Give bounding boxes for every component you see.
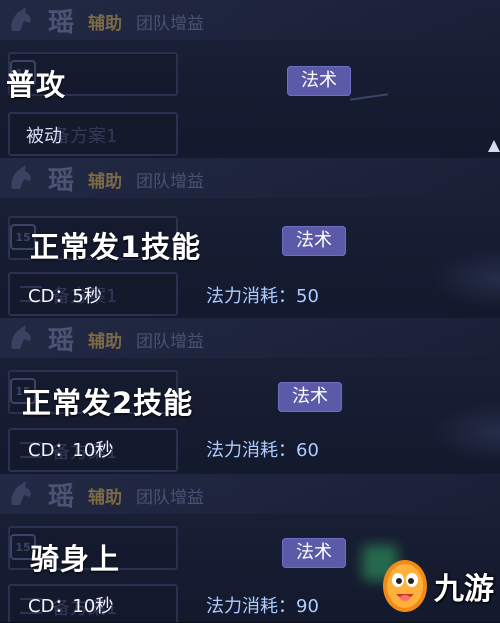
- skill-name: 普攻: [6, 68, 67, 102]
- horse-head-icon: [4, 162, 38, 194]
- skill-name: 正常发2技能: [22, 386, 194, 420]
- mana-cost-label: 法力消耗：90: [206, 596, 319, 617]
- decorative-stroke: [350, 93, 388, 101]
- skill-type-badge: 法术: [282, 226, 346, 256]
- skill-type-badge: 法术: [282, 538, 346, 568]
- hero-role: 辅助: [88, 14, 122, 34]
- skill-type-badge: 法术: [278, 382, 342, 412]
- hero-header: 瑶 辅助 团队增益: [0, 318, 500, 358]
- watermark-text: 九游: [434, 572, 494, 607]
- hero-role: 辅助: [88, 488, 122, 508]
- horse-head-icon: [4, 322, 38, 354]
- hero-tag: 团队增益: [136, 332, 204, 352]
- cooldown-label: CD：5秒: [28, 286, 102, 307]
- horse-head-icon: [4, 4, 38, 36]
- hero-name: 瑶: [48, 482, 75, 512]
- corner-arrow-icon: [488, 140, 500, 152]
- passive-label: 被动: [26, 126, 62, 147]
- hero-header: 瑶 辅助 团队增益: [0, 0, 500, 40]
- nine-game-logo: 九游: [376, 554, 496, 618]
- hero-role: 辅助: [88, 172, 122, 192]
- skill-type-badge: 法术: [287, 66, 351, 96]
- skill-panel-2: 瑶 辅助 团队增益 15 备方案1 正常发2技能 法术 CD：10秒 法力消耗：…: [0, 318, 500, 475]
- hero-tag: 团队增益: [136, 14, 204, 34]
- hero-name: 瑶: [48, 166, 75, 196]
- hero-role: 辅助: [88, 332, 122, 352]
- skill-panel-basic-attack: 瑶 辅助 团队增益 15 备方案1 普攻 法术 被动: [0, 0, 500, 159]
- background-art: [430, 402, 500, 462]
- nine-game-mascot-icon: [380, 556, 430, 614]
- horse-head-icon: [4, 478, 38, 510]
- skill-name: 骑身上: [30, 542, 121, 576]
- cooldown-label: CD：10秒: [28, 596, 114, 617]
- hero-header: 瑶 辅助 团队增益: [0, 474, 500, 514]
- skill-panel-1: 瑶 辅助 团队增益 15 备方案1 正常发1技能 法术 CD：5秒 法力消耗：5…: [0, 158, 500, 319]
- hero-name: 瑶: [48, 326, 75, 356]
- cooldown-label: CD：10秒: [28, 440, 114, 461]
- background-art: [430, 248, 500, 308]
- hero-name: 瑶: [48, 8, 75, 38]
- hero-header: 瑶 辅助 团队增益: [0, 158, 500, 198]
- hero-tag: 团队增益: [136, 488, 204, 508]
- skill-name: 正常发1技能: [30, 230, 202, 264]
- hero-tag: 团队增益: [136, 172, 204, 192]
- mana-cost-label: 法力消耗：60: [206, 440, 319, 461]
- mana-cost-label: 法力消耗：50: [206, 286, 319, 307]
